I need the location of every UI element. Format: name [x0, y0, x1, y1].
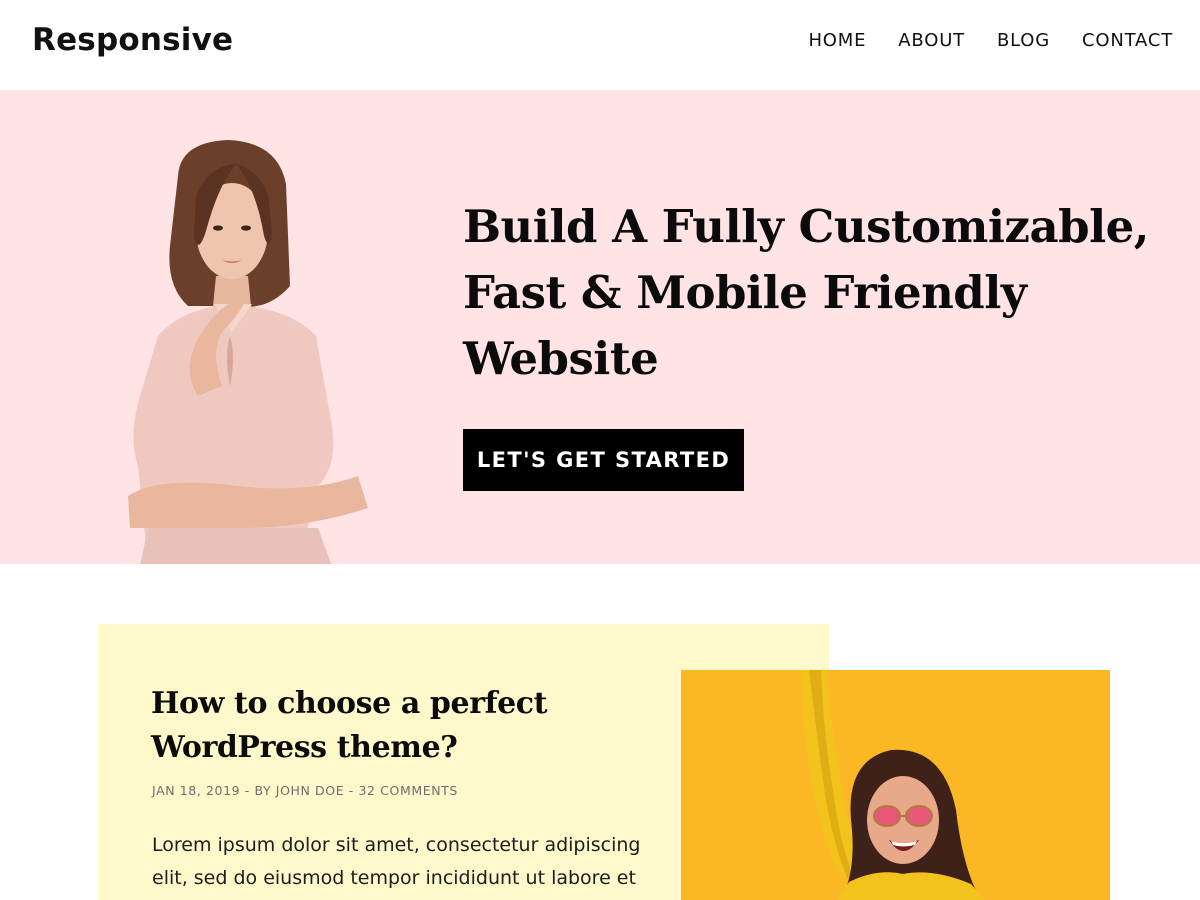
site-logo[interactable]: Responsive	[32, 22, 233, 58]
post-comments-link[interactable]: 32 COMMENTS	[359, 783, 458, 798]
hero-section: Build A Fully Customizable, Fast & Mobil…	[0, 90, 1200, 564]
hero-woman-photo	[128, 140, 368, 564]
post-excerpt-line-2: elit, sed do eiusmod tempor incididunt u…	[152, 867, 636, 889]
get-started-button[interactable]: LET'S GET STARTED	[463, 429, 744, 491]
post-title: How to choose a perfect WordPress theme?	[151, 682, 621, 770]
hero-headline: Build A Fully Customizable, Fast & Mobil…	[463, 194, 1163, 392]
post-title-line-2: WordPress theme?	[151, 730, 458, 765]
post-featured-image[interactable]	[681, 670, 1110, 900]
nav-about-link[interactable]: ABOUT	[898, 30, 965, 52]
meta-separator: -	[348, 783, 354, 798]
main-nav: HOME ABOUT BLOG CONTACT	[808, 30, 1173, 52]
laughing-woman-photo	[681, 670, 1110, 900]
post-excerpt: Lorem ipsum dolor sit amet, consectetur …	[152, 829, 672, 895]
hero-headline-line-2: Fast & Mobile Friendly	[463, 266, 1027, 319]
post-date[interactable]: JAN 18, 2019	[152, 783, 240, 798]
hero-headline-line-3: Website	[463, 332, 659, 385]
meta-separator: -	[244, 783, 250, 798]
post-title-link[interactable]: How to choose a perfect WordPress theme?	[151, 682, 621, 770]
site-header: Responsive HOME ABOUT BLOG CONTACT	[0, 0, 1200, 90]
post-title-line-1: How to choose a perfect	[151, 686, 548, 721]
post-excerpt-line-1: Lorem ipsum dolor sit amet, consectetur …	[152, 834, 641, 856]
post-author[interactable]: BY JOHN DOE	[255, 783, 345, 798]
hero-headline-line-1: Build A Fully Customizable,	[463, 200, 1149, 253]
nav-contact-link[interactable]: CONTACT	[1082, 30, 1173, 52]
post-meta: JAN 18, 2019 - BY JOHN DOE - 32 COMMENTS	[152, 783, 458, 798]
nav-blog-link[interactable]: BLOG	[997, 30, 1050, 52]
nav-home-link[interactable]: HOME	[808, 30, 866, 52]
